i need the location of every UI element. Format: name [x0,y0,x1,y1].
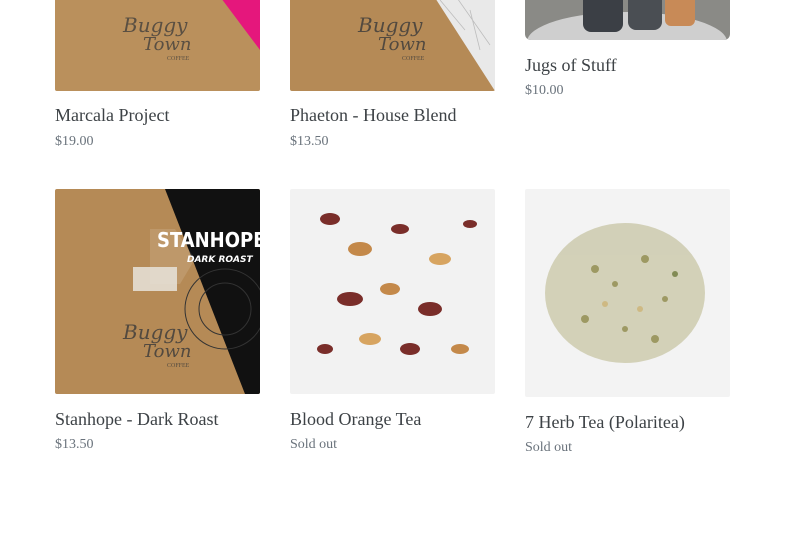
product-title[interactable]: 7 Herb Tea (Polaritea) [525,411,685,433]
product-price: $10.00 [525,83,564,98]
product-image-phaeton[interactable]: Buggy Town COFFEE [290,0,495,91]
product-card-7-herb-tea[interactable]: 7 Herb Tea (Polaritea) Sold out [525,189,730,464]
product-title[interactable]: Phaeton - House Blend [290,104,456,126]
product-image-blood-orange-tea[interactable] [290,189,495,394]
product-title[interactable]: Jugs of Stuff [525,54,617,76]
product-title[interactable]: Blood Orange Tea [290,408,421,430]
product-card-blood-orange-tea[interactable]: Blood Orange Tea Sold out [290,189,495,459]
brand-logo-text-3: COFFEE [167,56,190,62]
product-image-7-herb-tea[interactable] [525,189,730,397]
brand-logo-text-2: Town [143,341,191,362]
product-image-marcala[interactable]: Buggy Town COFFEE [55,0,260,91]
product-price: $13.50 [55,437,94,452]
product-image-stanhope[interactable]: STANHOPE DARK ROAST Buggy Town COFFEE [55,189,260,394]
product-title[interactable]: Stanhope - Dark Roast [55,408,218,430]
bag-label-title: STANHOPE [157,228,260,252]
product-image-jugs[interactable] [525,0,730,40]
bag-label-subtitle: DARK ROAST [187,255,254,265]
product-card-stanhope[interactable]: STANHOPE DARK ROAST Buggy Town COFFEE St… [55,189,260,459]
product-card-phaeton[interactable]: Buggy Town COFFEE Phaeton - House Blend … [290,0,495,160]
brand-logo-text-3: COFFEE [167,363,190,369]
brand-logo-text-2: Town [143,34,191,55]
product-title[interactable]: Marcala Project [55,104,169,126]
product-status: Sold out [290,437,338,452]
product-card-marcala[interactable]: Buggy Town COFFEE Marcala Project $19.00 [55,0,260,160]
product-card-jugs[interactable]: Jugs of Stuff $10.00 [525,0,730,110]
product-price: $13.50 [290,134,329,149]
brand-logo-text-3: COFFEE [402,56,425,62]
product-price: $19.00 [55,134,94,149]
brand-logo-text-2: Town [378,34,426,55]
product-status: Sold out [525,440,573,455]
